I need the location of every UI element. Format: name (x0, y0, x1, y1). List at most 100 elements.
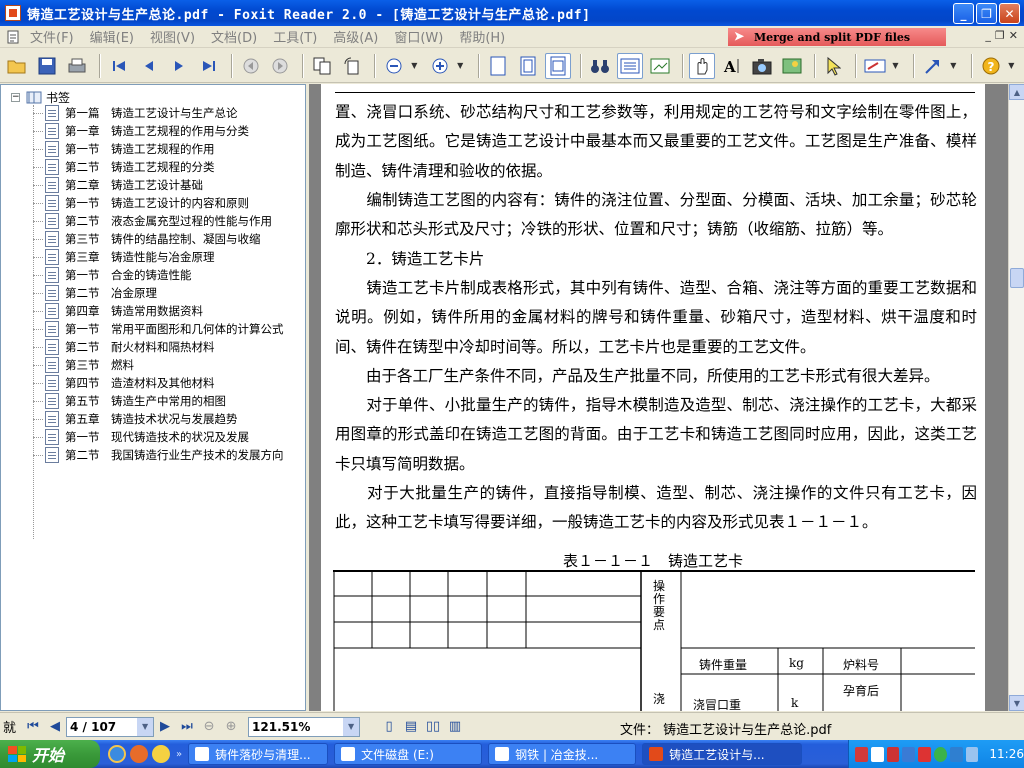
bookmark-item[interactable]: 第一节 合金的铸造性能 (33, 266, 284, 284)
menu-file[interactable]: 文件(F) (22, 27, 82, 46)
arrow-tool-icon[interactable] (920, 53, 946, 79)
go-forward-icon[interactable] (268, 53, 294, 79)
minimize-button[interactable]: _ (953, 3, 974, 24)
bookmark-item[interactable]: 第五节 铸造生产中常用的相图 (33, 392, 284, 410)
bookmark-pane[interactable]: − 书签 第一篇 铸造工艺设计与生产总论 第一章 铸造工艺规程的作用与分类 第一… (0, 84, 306, 711)
qq-icon[interactable] (152, 745, 170, 763)
taskbar-item-active[interactable]: 铸造工艺设计与... (642, 743, 803, 765)
copy-page-icon[interactable] (309, 53, 335, 79)
bookmark-item[interactable]: 第一节 铸造工艺设计的内容和原则 (33, 194, 284, 212)
go-back-icon[interactable]: ⊖ (198, 716, 220, 738)
bookmark-item[interactable]: 第一节 常用平面图形和几何体的计算公式 (33, 320, 284, 338)
taskbar-item[interactable]: 文件磁盘 (E:) (334, 743, 483, 765)
bookmark-item[interactable]: 第一篇 铸造工艺设计与生产总论 (33, 104, 284, 122)
menu-tools[interactable]: 工具(T) (265, 27, 325, 46)
merge-split-promo[interactable]: Merge and split PDF files (728, 28, 946, 46)
image-tool-icon[interactable] (779, 53, 805, 79)
fit-page-icon[interactable] (515, 53, 541, 79)
bookmark-item[interactable]: 第一节 现代铸造技术的状况及发展 (33, 428, 284, 446)
fit-width-icon[interactable] (545, 52, 571, 79)
zoom-in-icon[interactable] (427, 53, 453, 79)
tray-app-icon[interactable] (855, 746, 868, 762)
taskbar-item[interactable]: 钢铁 | 冶金技... (488, 743, 637, 765)
scroll-up-icon[interactable]: ▲ (1009, 84, 1024, 100)
help-dropdown-icon[interactable]: ▼ (1008, 61, 1018, 70)
annotation-dropdown-icon[interactable]: ▼ (892, 61, 902, 70)
tray-app-icon[interactable] (949, 746, 963, 762)
save-icon[interactable] (34, 53, 60, 79)
print-icon[interactable] (64, 53, 90, 79)
doc-minimize-button[interactable]: _ (985, 29, 991, 42)
menu-document[interactable]: 文档(D) (203, 27, 265, 46)
tray-app-icon[interactable] (918, 746, 931, 762)
taskbar-item[interactable]: 铸件落砂与清理... (188, 743, 329, 765)
arrow-tool-dropdown-icon[interactable]: ▼ (950, 61, 960, 70)
help-icon[interactable]: ? (978, 53, 1004, 79)
bookmark-item[interactable]: 第三章 铸造性能与冶金原理 (33, 248, 284, 266)
zoom-out-icon[interactable] (381, 53, 407, 79)
thumbnail-panel-icon[interactable] (647, 53, 673, 79)
zoom-in-dropdown-icon[interactable]: ▼ (457, 61, 467, 70)
zoom-dropdown-icon[interactable]: ▼ (343, 717, 360, 736)
doc-close-button[interactable]: ✕ (1009, 29, 1018, 42)
snapshot-camera-icon[interactable] (749, 53, 775, 79)
vertical-scrollbar[interactable]: ▲ ▼ (1008, 84, 1024, 711)
go-back-icon[interactable] (238, 53, 264, 79)
last-page-icon[interactable]: ⏭ (176, 716, 198, 738)
tray-app-icon[interactable] (886, 746, 900, 762)
facing-page-icon[interactable]: ▯▯ (422, 716, 444, 738)
actual-size-icon[interactable] (485, 53, 511, 79)
previous-page-icon[interactable]: ◀ (44, 716, 66, 738)
continuous-facing-icon[interactable]: ▥ (444, 716, 466, 738)
collapse-toggle-icon[interactable]: − (11, 92, 20, 102)
select-arrow-icon[interactable] (821, 53, 847, 79)
tray-volume-icon[interactable] (965, 746, 979, 762)
find-binoculars-icon[interactable] (587, 53, 613, 79)
single-page-icon[interactable]: ▯ (378, 716, 400, 738)
go-forward-icon[interactable]: ⊕ (220, 716, 242, 738)
next-page-icon[interactable] (166, 53, 192, 79)
annotation-tool-icon[interactable] (862, 53, 888, 79)
foxit-app-icon[interactable] (5, 5, 21, 21)
restore-button[interactable]: ❐ (976, 3, 997, 24)
rotate-page-icon[interactable] (339, 53, 365, 79)
bookmark-item[interactable]: 第二节 耐火材料和隔热材料 (33, 338, 284, 356)
bookmark-item[interactable]: 第五章 铸造技术状况与发展趋势 (33, 410, 284, 428)
bookmark-item[interactable]: 第二节 我国铸造行业生产技术的发展方向 (33, 446, 284, 464)
internet-explorer-icon[interactable] (108, 745, 126, 763)
continuous-page-icon[interactable]: ▤ (400, 716, 422, 738)
bookmark-panel-icon[interactable] (616, 52, 643, 79)
zoom-out-dropdown-icon[interactable]: ▼ (411, 61, 421, 70)
quick-launch-chevron-icon[interactable]: » (176, 749, 182, 760)
bookmark-item[interactable]: 第二节 冶金原理 (33, 284, 284, 302)
page-dropdown-icon[interactable]: ▼ (137, 717, 154, 736)
doc-restore-button[interactable]: ❐ (995, 29, 1005, 42)
first-page-icon[interactable]: ⏮ (22, 716, 44, 738)
open-folder-icon[interactable] (4, 53, 30, 79)
menu-advanced[interactable]: 高级(A) (325, 27, 386, 46)
bookmark-item[interactable]: 第二章 铸造工艺设计基础 (33, 176, 284, 194)
browser-icon[interactable] (130, 745, 148, 763)
bookmark-item[interactable]: 第四章 铸造常用数据资料 (33, 302, 284, 320)
document-icon[interactable] (4, 28, 22, 46)
previous-page-icon[interactable] (136, 53, 162, 79)
scroll-down-icon[interactable]: ▼ (1009, 695, 1024, 711)
zoom-field[interactable]: 121.51% ▼ (248, 716, 361, 737)
title-bar[interactable]: 铸造工艺设计与生产总论.pdf - Foxit Reader 2.0 - [铸造… (0, 0, 1024, 26)
menu-help[interactable]: 帮助(H) (451, 27, 513, 46)
text-select-icon[interactable]: A (719, 53, 745, 79)
last-page-icon[interactable] (196, 53, 222, 79)
bookmark-item[interactable]: 第四节 造渣材料及其他材料 (33, 374, 284, 392)
tray-network-icon[interactable] (933, 746, 947, 762)
bookmark-item[interactable]: 第一节 铸造工艺规程的作用 (33, 140, 284, 158)
hand-tool-icon[interactable] (688, 52, 715, 79)
page-number-field[interactable]: 4 / 107 ▼ (66, 716, 155, 737)
document-view[interactable]: 置、浇冒口系统、砂芯结构尺寸和工艺参数等，利用规定的工艺符号和文字绘制在零件图上… (309, 84, 1008, 711)
next-page-icon[interactable]: ▶ (154, 716, 176, 738)
bookmark-item[interactable]: 第二节 液态金属充型过程的性能与作用 (33, 212, 284, 230)
menu-edit[interactable]: 编辑(E) (82, 27, 142, 46)
menu-view[interactable]: 视图(V) (142, 27, 203, 46)
clock[interactable]: 11:26 (989, 747, 1024, 761)
bookmark-root[interactable]: − 书签 (11, 89, 70, 105)
bookmark-item[interactable]: 第二节 铸造工艺规程的分类 (33, 158, 284, 176)
